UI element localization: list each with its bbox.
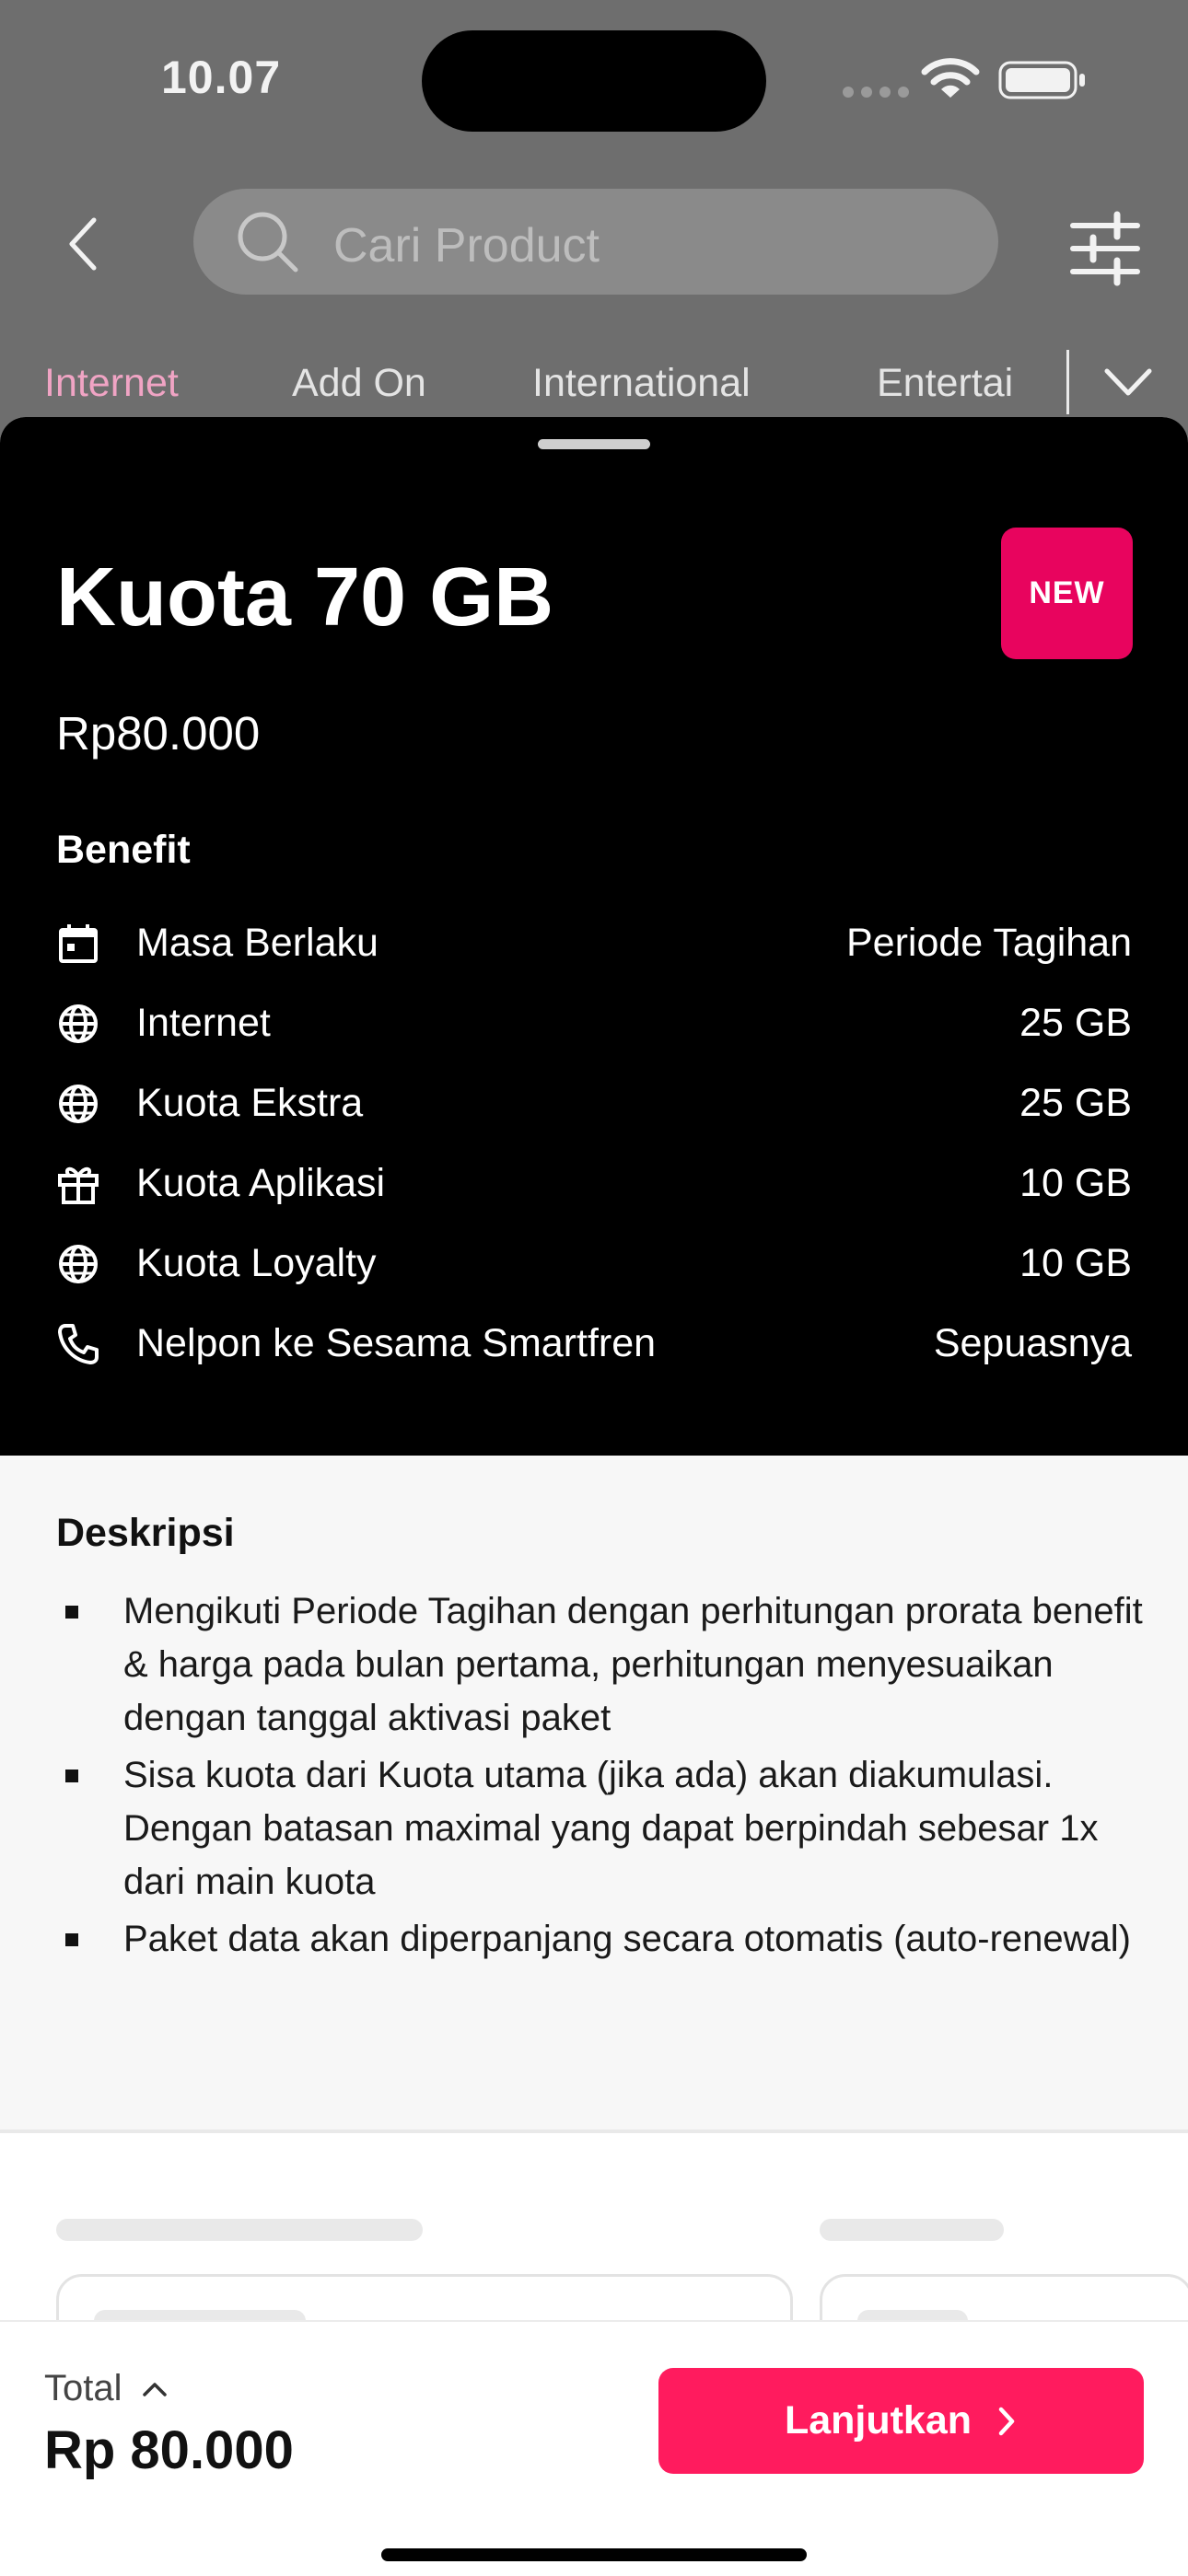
chevron-down-icon[interactable]: [1096, 354, 1160, 410]
back-button[interactable]: [46, 207, 120, 281]
benefit-label: Nelpon ke Sesama Smartfren: [136, 1321, 657, 1365]
search-input[interactable]: Cari Product: [193, 189, 998, 295]
status-time: 10.07: [161, 52, 282, 103]
continue-button-label: Lanjutkan: [784, 2398, 973, 2443]
wifi-icon: [921, 58, 980, 98]
globe-icon: [59, 1245, 98, 1283]
benefit-label: Masa Berlaku: [136, 921, 379, 965]
gift-icon: [58, 1166, 99, 1204]
filter-sliders-icon[interactable]: [1064, 207, 1147, 290]
benefit-value: 10 GB: [1019, 1241, 1132, 1285]
benefit-value: 25 GB: [1019, 1081, 1132, 1125]
battery-icon: [998, 61, 1085, 99]
description-item: Mengikuti Periode Tagihan dengan perhitu…: [56, 1584, 1143, 1745]
benefit-value: 25 GB: [1019, 1001, 1132, 1045]
description-item: Paket data akan diperpanjang secara otom…: [56, 1912, 1143, 1966]
benefit-label: Kuota Loyalty: [136, 1241, 377, 1285]
new-badge: NEW: [1001, 528, 1133, 659]
benefit-heading: Benefit: [56, 828, 191, 872]
chevron-left-icon: [69, 217, 97, 271]
calendar-icon: [59, 924, 98, 963]
search-icon: [238, 212, 298, 273]
home-indicator: [381, 2548, 807, 2561]
benefit-value: Periode Tagihan: [845, 921, 1132, 965]
description-text: Mengikuti Periode Tagihan dengan perhitu…: [123, 1591, 1143, 1738]
bullet-icon: [65, 1606, 78, 1619]
skeleton-line: [820, 2219, 1004, 2241]
skeleton-line: [56, 2219, 423, 2241]
globe-icon: [59, 1004, 98, 1043]
description-text: Sisa kuota dari Kuota utama (jika ada) a…: [123, 1755, 1099, 1902]
category-tabs: Internet Add On International Entertai: [0, 350, 1188, 414]
dynamic-island: [422, 30, 766, 132]
benefit-value: Sepuasnya: [933, 1321, 1132, 1365]
section-divider: [0, 2129, 1188, 2133]
benefit-label: Kuota Aplikasi: [136, 1161, 386, 1205]
tab-internet[interactable]: Internet: [44, 361, 179, 406]
benefit-row: Masa Berlaku Periode Tagihan: [56, 916, 1132, 971]
checkout-footer: Total Rp 80.000 Lanjutkan: [0, 2320, 1188, 2576]
total-toggle[interactable]: Total: [44, 2368, 169, 2409]
bullet-icon: [65, 1770, 78, 1782]
search-placeholder: Cari Product: [333, 219, 600, 273]
total-value: Rp 80.000: [44, 2420, 294, 2480]
product-price: Rp80.000: [56, 707, 261, 760]
status-bar: 10.07: [0, 0, 1188, 166]
description-item: Sisa kuota dari Kuota utama (jika ada) a…: [56, 1748, 1143, 1909]
globe-icon: [59, 1085, 98, 1123]
description-section: Deskripsi Mengikuti Periode Tagihan deng…: [0, 1456, 1188, 2129]
cellular-signal-icon: [843, 87, 909, 98]
sheet-grab-handle[interactable]: [538, 439, 650, 449]
total-label: Total: [44, 2368, 122, 2408]
benefit-label: Kuota Ekstra: [136, 1081, 364, 1125]
top-navigation: Cari Product: [0, 184, 1188, 304]
product-title: Kuota 70 GB: [56, 551, 554, 644]
continue-button[interactable]: Lanjutkan: [658, 2368, 1144, 2474]
product-summary: Kuota 70 GB NEW Rp80.000 Benefit Masa Be…: [0, 417, 1188, 1456]
benefit-label: Internet: [136, 1001, 271, 1045]
bullet-icon: [65, 1933, 78, 1946]
chevron-right-icon: [998, 2407, 1015, 2435]
chevron-up-icon: [142, 2382, 167, 2396]
tab-entertainment[interactable]: Entertai: [877, 361, 1013, 406]
tab-international[interactable]: International: [532, 361, 751, 406]
product-detail-sheet: Kuota 70 GB NEW Rp80.000 Benefit Masa Be…: [0, 417, 1188, 2574]
benefit-row: Kuota Loyalty 10 GB: [56, 1236, 1132, 1292]
benefit-row: Internet 25 GB: [56, 996, 1132, 1051]
benefit-row: Kuota Ekstra 25 GB: [56, 1076, 1132, 1131]
description-list: Mengikuti Periode Tagihan dengan perhitu…: [56, 1584, 1143, 1969]
description-text: Paket data akan diperpanjang secara otom…: [123, 1919, 1131, 1959]
description-heading: Deskripsi: [56, 1511, 235, 1555]
tabs-divider: [1066, 350, 1069, 414]
tab-add-on[interactable]: Add On: [292, 361, 426, 406]
benefit-row: Kuota Aplikasi 10 GB: [56, 1156, 1132, 1212]
benefit-value: 10 GB: [1019, 1161, 1132, 1205]
benefit-row: Nelpon ke Sesama Smartfren Sepuasnya: [56, 1317, 1132, 1372]
phone-icon: [58, 1324, 99, 1364]
